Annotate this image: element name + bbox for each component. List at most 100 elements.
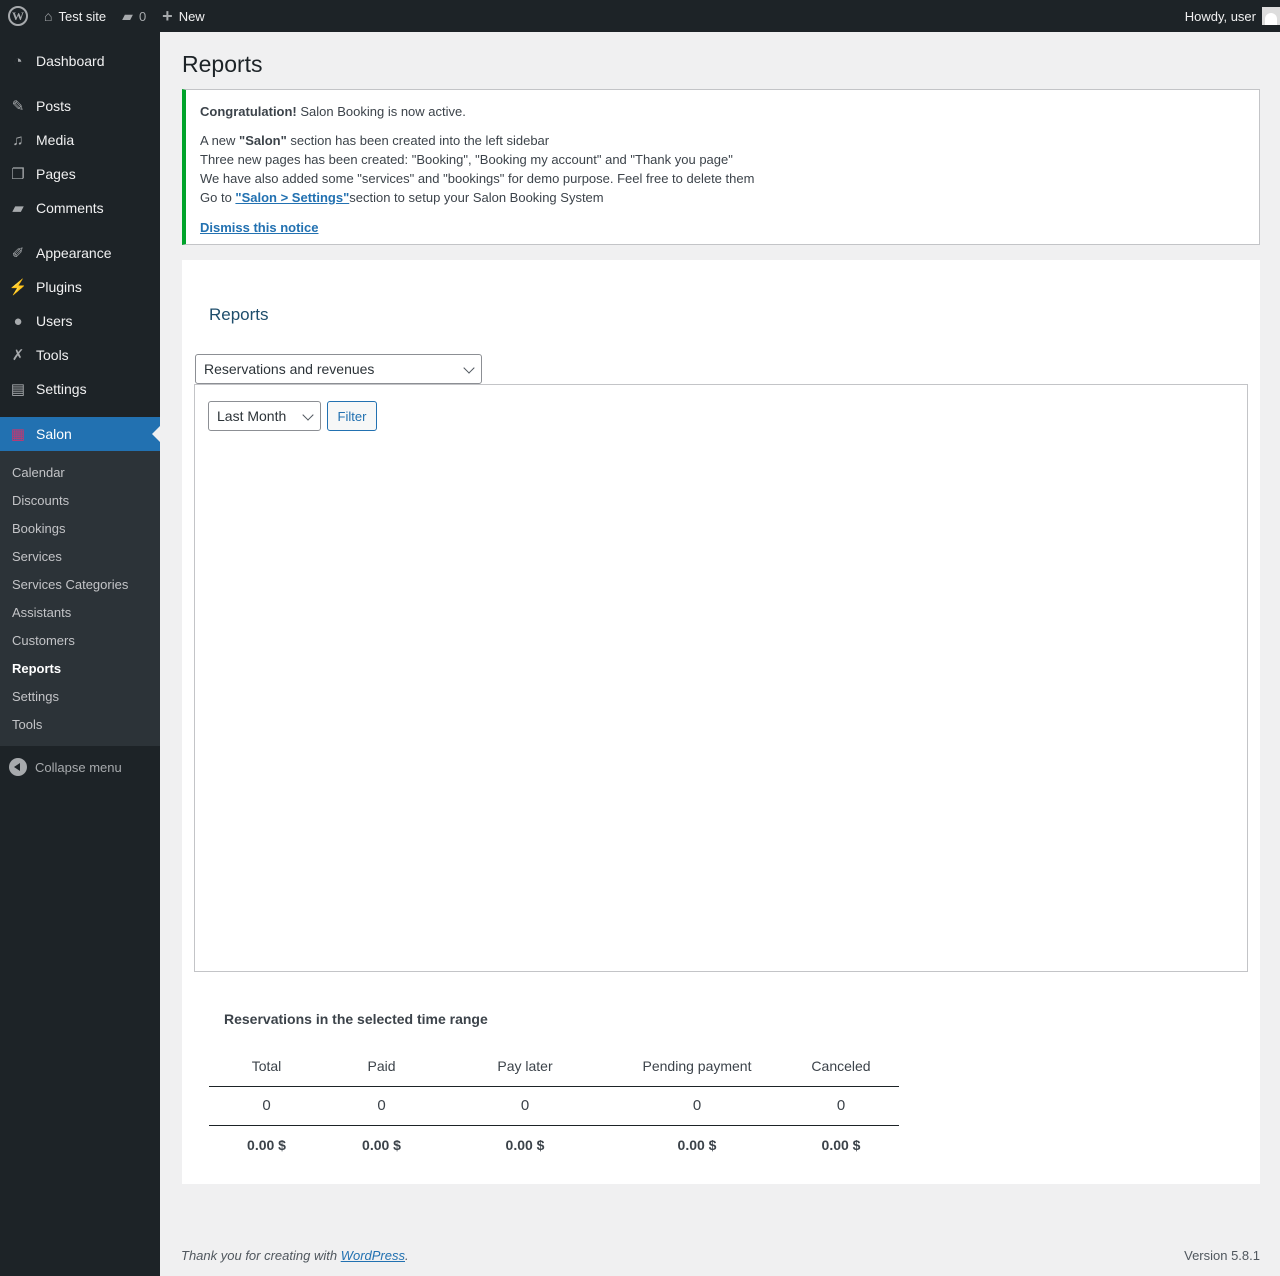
menu-tools[interactable]: ✗ Tools — [0, 338, 160, 372]
table-cell: 0.00 $ — [247, 1136, 286, 1153]
time-range-select[interactable]: Last Month — [208, 401, 321, 431]
notice-line-1: Congratulation! Salon Booking is now act… — [200, 102, 1245, 121]
comment-count: 0 — [138, 8, 147, 24]
user-icon: ● — [13, 312, 23, 330]
table-cell: 0 — [611, 1086, 783, 1126]
table-cell: 0.00 $ — [821, 1136, 861, 1153]
menu-comments[interactable]: ▰ Comments — [0, 191, 160, 225]
howdy-text: Howdy, user — [1184, 8, 1256, 24]
column-header: Paid — [324, 1047, 439, 1087]
column-header: Pay later — [439, 1047, 611, 1087]
dismiss-notice-link[interactable]: Dismiss this notice — [200, 218, 318, 237]
footer-version: Version 5.8.1 — [1184, 1248, 1260, 1263]
reports-panel: Reports Reservations and revenues Last M… — [182, 260, 1260, 1184]
avatar — [1262, 7, 1280, 25]
submenu-tools[interactable]: Tools — [0, 710, 160, 738]
notice-strong: "Salon" — [239, 133, 287, 148]
collapse-icon — [9, 758, 27, 776]
column-header: Canceled — [783, 1047, 899, 1087]
submenu-customers[interactable]: Customers — [0, 626, 160, 654]
pages-icon: ❐ — [11, 166, 25, 183]
table-cell: 0.00 $ — [362, 1136, 401, 1153]
menu-label: Appearance — [36, 245, 112, 261]
admin-bar: W ⌂ Test site ▰ 0 + New Howdy, user — [0, 0, 1280, 32]
wordpress-logo-icon[interactable]: W — [0, 0, 36, 32]
table-cell: 0.00 $ — [677, 1136, 717, 1153]
notice-text: Go to — [200, 190, 236, 205]
new-content-link[interactable]: + New — [154, 0, 213, 32]
notice-line-2: A new "Salon" section has been created i… — [200, 131, 1245, 150]
dashboard-icon: ◔ — [13, 52, 23, 70]
report-type-value: Reservations and revenues — [204, 361, 375, 377]
menu-dashboard[interactable]: ◔ Dashboard — [0, 44, 160, 78]
submenu-bookings[interactable]: Bookings — [0, 514, 160, 542]
table-cell: 0 — [783, 1086, 899, 1126]
submenu-settings[interactable]: Settings — [0, 682, 160, 710]
menu-label: Pages — [36, 166, 76, 182]
menu-settings[interactable]: ▤ Settings — [0, 372, 160, 406]
menu-label: Tools — [36, 347, 69, 363]
table-header-row: Total Paid Pay later Pending payment Can… — [209, 1047, 899, 1087]
pin-icon: ✎ — [11, 98, 25, 115]
comment-icon: ▰ — [122, 7, 133, 24]
menu-label: Media — [36, 132, 75, 148]
notice-line-4: We have also added some "services" and "… — [200, 171, 755, 186]
table-row-amounts: 0.00 $ 0.00 $ 0.00 $ 0.00 $ 0.00 $ — [209, 1125, 899, 1164]
column-header: Total — [209, 1047, 324, 1087]
menu-label: Settings — [36, 381, 87, 397]
page-title: Reports — [182, 51, 263, 77]
notice-text: section to setup your Salon Booking Syst… — [349, 190, 604, 205]
plug-icon: ⚡ — [8, 279, 28, 296]
table-row-counts: 0 0 0 0 0 — [209, 1086, 899, 1126]
home-icon: ⌂ — [44, 8, 53, 24]
site-name: Test site — [58, 8, 107, 24]
menu-posts[interactable]: ✎ Posts — [0, 89, 160, 123]
chart-area: Last Month Filter — [194, 384, 1248, 972]
calendar-icon: ▦ — [10, 426, 26, 443]
menu-pages[interactable]: ❐ Pages — [0, 157, 160, 191]
site-name-link[interactable]: ⌂ Test site — [36, 0, 114, 32]
menu-label: Posts — [36, 98, 72, 114]
menu-label: Dashboard — [36, 53, 105, 69]
footer-text: Thank you for creating with — [181, 1248, 341, 1263]
menu-users[interactable]: ● Users — [0, 304, 160, 338]
menu-appearance[interactable]: ✐ Appearance — [0, 236, 160, 270]
filter-button[interactable]: Filter — [327, 401, 377, 431]
media-icon: ♫ — [12, 131, 24, 149]
table-cell: 0 — [209, 1086, 324, 1126]
account-menu[interactable]: Howdy, user — [1177, 0, 1280, 32]
menu-salon[interactable]: ▦ Salon — [0, 417, 160, 451]
table-cell: 0 — [439, 1086, 611, 1126]
comment-icon: ▰ — [12, 200, 24, 217]
submenu-services[interactable]: Services — [0, 542, 160, 570]
wrench-icon: ✗ — [11, 347, 25, 364]
comments-link[interactable]: ▰ 0 — [114, 0, 154, 32]
notice-line-3: Three new pages has been created: "Booki… — [200, 152, 733, 167]
time-range-value: Last Month — [217, 408, 287, 424]
submenu-calendar[interactable]: Calendar — [0, 458, 160, 486]
wordpress-link[interactable]: WordPress — [341, 1248, 405, 1263]
submenu-assistants[interactable]: Assistants — [0, 598, 160, 626]
menu-plugins[interactable]: ⚡ Plugins — [0, 270, 160, 304]
submenu-discounts[interactable]: Discounts — [0, 486, 160, 514]
notice-strong: Congratulation! — [200, 104, 297, 119]
menu-media[interactable]: ♫ Media — [0, 123, 160, 157]
chevron-down-icon — [302, 409, 314, 421]
footer-thanks: Thank you for creating with WordPress. — [181, 1248, 409, 1263]
column-header: Pending payment — [611, 1047, 783, 1087]
salon-settings-link[interactable]: "Salon > Settings" — [235, 190, 349, 205]
salon-submenu: Calendar Discounts Bookings Services Ser… — [0, 451, 160, 746]
submenu-services-categories[interactable]: Services Categories — [0, 570, 160, 598]
reports-heading: Reports — [209, 305, 269, 324]
footer-text: . — [405, 1248, 409, 1263]
notice-text: Salon Booking is now active. — [296, 104, 466, 119]
notice-text: section has been created into the left s… — [286, 133, 550, 148]
notice-text: A new — [200, 133, 240, 148]
plus-icon: + — [162, 5, 173, 26]
activation-notice: Congratulation! Salon Booking is now act… — [182, 89, 1260, 245]
menu-label: Plugins — [36, 279, 82, 295]
menu-label: Comments — [36, 200, 104, 216]
collapse-menu-button[interactable]: Collapse menu — [0, 750, 160, 784]
submenu-reports[interactable]: Reports — [0, 654, 160, 682]
report-type-select[interactable]: Reservations and revenues — [195, 354, 482, 384]
